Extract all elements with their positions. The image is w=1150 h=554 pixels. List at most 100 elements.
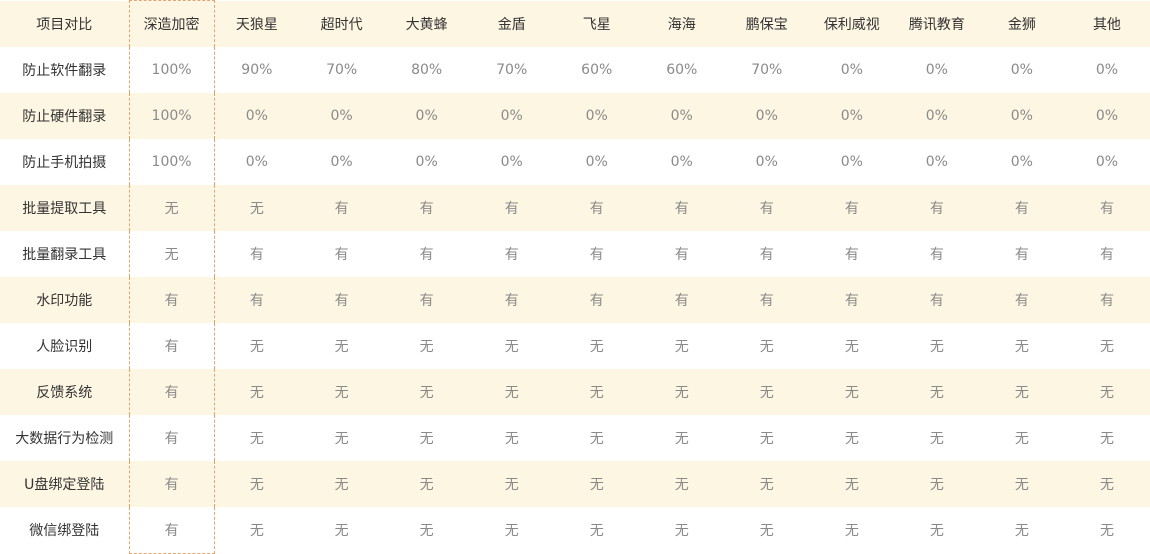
table-cell: 60%	[581, 61, 613, 78]
table-row: 大数据行为检测有 无 无 无 无 无 无 无 无 无 无 无	[0, 414, 1150, 461]
table-cell: 0%	[415, 107, 438, 124]
table-cell: 0%	[245, 153, 268, 170]
table-cell: 有	[759, 246, 774, 263]
corner-header: 项目对比	[36, 16, 93, 33]
table-cell: 有	[128, 368, 215, 415]
table-cell: 无	[589, 384, 604, 401]
table-cell: 无	[249, 384, 264, 401]
row-label: 防止硬件翻录	[22, 108, 107, 125]
table-cell: 无	[419, 523, 434, 539]
table-cell: 有	[929, 292, 944, 309]
table-cell: 有	[1014, 292, 1029, 309]
table-cell: 有	[589, 200, 604, 217]
table-cell: 无	[1099, 430, 1114, 447]
table-cell: 无	[929, 430, 944, 447]
column-header: 飞星	[582, 16, 611, 33]
table-cell: 有	[128, 414, 215, 461]
table-cell: 无	[929, 338, 944, 355]
column-header: 海海	[667, 16, 696, 33]
table-cell: 0%	[585, 153, 608, 170]
table-cell: 无	[589, 476, 604, 493]
table-cell: 0%	[1010, 153, 1033, 170]
table-cell: 0%	[330, 107, 353, 124]
row-label: 水印功能	[36, 292, 93, 309]
table-cell: 无	[1014, 430, 1029, 447]
column-header: 金盾	[497, 16, 526, 33]
column-header: 保利威视	[823, 16, 880, 33]
table-cell: 0%	[670, 153, 693, 170]
table-cell: 0%	[500, 153, 523, 170]
comparison-table: 项目对比 深造加密 天狼星 超时代 大黄蜂 金盾 飞星 海海 鹏保宝 保利威视 腾讯教育 金狮 其他 …	[0, 0, 1150, 554]
table-row: U盘绑定登陆 有 无 无 无 无 无 无 无 无 无 无 无	[0, 460, 1150, 507]
table-cell: 有	[1014, 246, 1029, 263]
table-cell: 有	[128, 322, 215, 369]
table-cell: 无	[249, 200, 264, 217]
table-cell: 有	[504, 246, 519, 263]
table-cell: 有	[929, 246, 944, 263]
table-cell: 无	[1014, 476, 1029, 493]
table-cell: 90%	[241, 61, 273, 78]
table-cell: 有	[1099, 246, 1114, 263]
column-header: 腾讯教育	[908, 16, 965, 33]
table-cell: 无	[589, 523, 604, 539]
table-cell: 无	[1099, 338, 1114, 355]
table-cell: 无	[504, 338, 519, 355]
table-cell: 无	[674, 384, 689, 401]
table-cell: 有	[674, 292, 689, 309]
table-cell: 0%	[245, 107, 268, 124]
table-cell: 无	[334, 523, 349, 539]
table-cell: 无	[1014, 384, 1029, 401]
column-header: 大黄蜂	[405, 16, 448, 33]
table-cell: 0%	[925, 153, 948, 170]
table-cell: 无	[504, 384, 519, 401]
table-cell: 0%	[1095, 107, 1119, 124]
table-cell: 无	[419, 384, 434, 401]
table-body: 防止软件翻录 100% 90% 70% 80% 70% 60% 60% 70% 0% 0% 0% 0% 防…	[0, 46, 1150, 554]
table-cell: 0%	[840, 107, 863, 124]
column-header: 深造加密	[128, 0, 215, 47]
column-header: 超时代	[320, 16, 363, 33]
table-cell: 无	[1099, 476, 1114, 493]
row-label: 防止软件翻录	[22, 62, 107, 79]
table-cell: 有	[589, 246, 604, 263]
table-cell: 无	[128, 184, 215, 231]
table-cell: 有	[1014, 200, 1029, 217]
table-row: 批量翻录工具 无 有 有 有 有 有 有 有 有 有 有 有	[0, 230, 1150, 277]
row-label: 反馈系统	[36, 384, 93, 401]
table-cell: 无	[334, 476, 349, 493]
table-cell: 无	[759, 430, 774, 447]
table-row: 反馈系统 有 无 无 无 无 无 无 无 无 无 无 无	[0, 368, 1150, 415]
table-cell: 有	[759, 200, 774, 217]
table-cell: 有	[334, 246, 349, 263]
table-cell: 无	[128, 230, 215, 277]
table-cell: 无	[844, 384, 859, 401]
table-cell: 有	[674, 200, 689, 217]
table-cell: 无	[1014, 338, 1029, 355]
table-cell: 无	[334, 384, 349, 401]
table-cell: 无	[674, 523, 689, 539]
table-cell: 无	[929, 476, 944, 493]
table-cell: 0%	[415, 153, 438, 170]
table-cell: 无	[844, 523, 859, 539]
table-row: 微信绑登陆 有 无 无 无 无 无 无 无 无 无 无 无	[0, 506, 1150, 554]
table-cell: 0%	[925, 107, 948, 124]
table-cell: 无	[844, 476, 859, 493]
table-cell: 70%	[496, 61, 528, 78]
table-cell: 无	[759, 384, 774, 401]
table-cell: 无	[589, 338, 604, 355]
table-cell: 有	[249, 292, 264, 309]
table-cell: 0%	[1010, 107, 1033, 124]
row-label: 人脸识别	[36, 338, 93, 355]
table-cell: 有	[844, 246, 859, 263]
row-label: 微信绑登陆	[29, 523, 100, 539]
row-label: U盘绑定登陆	[24, 476, 105, 493]
table-cell: 无	[844, 338, 859, 355]
row-label: 大数据行为检测	[15, 430, 114, 447]
table-cell: 有	[419, 200, 434, 217]
table-cell: 有	[128, 506, 215, 554]
table-cell: 有	[504, 292, 519, 309]
table-cell: 0%	[925, 61, 948, 78]
column-header: 金狮	[1007, 16, 1036, 33]
table-cell: 无	[504, 523, 519, 539]
table-cell: 有	[759, 292, 774, 309]
